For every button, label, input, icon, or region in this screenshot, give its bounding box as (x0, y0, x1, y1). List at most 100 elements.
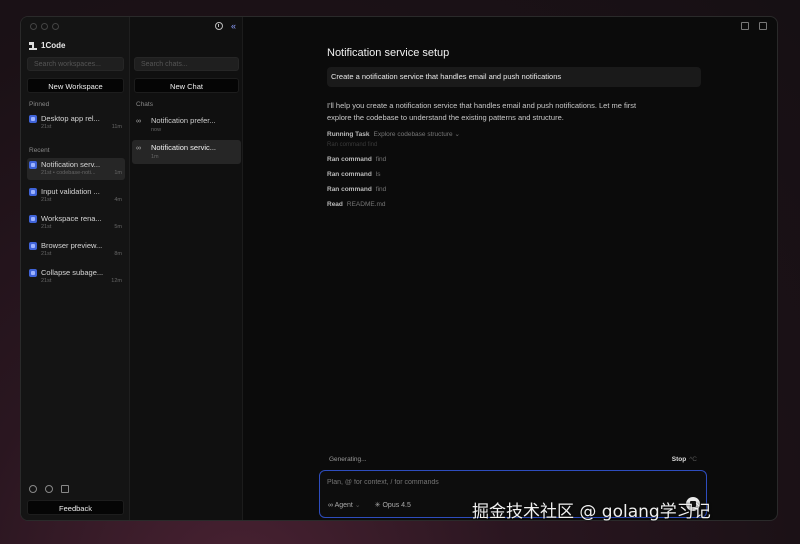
workspace-time: 5m (114, 224, 122, 230)
workspace-icon (29, 161, 37, 169)
workspace-icon (29, 242, 37, 250)
sidebar-footer-icons (29, 485, 69, 493)
app-window: 1Code Search workspaces... New Workspace… (20, 16, 778, 521)
tool-call-line[interactable]: Ran command find (327, 156, 386, 163)
workspace-time: 11m (111, 124, 122, 130)
tool-label: Ran command (327, 156, 372, 163)
workspace-subtitle: 21st (41, 124, 52, 130)
generating-label: Generating... (329, 456, 367, 463)
new-workspace-button[interactable]: New Workspace (27, 78, 124, 93)
pinned-label: Pinned (29, 101, 50, 108)
chevron-down-icon: ⌄ (452, 131, 460, 138)
workspace-subtitle: 21st (41, 251, 52, 257)
workspace-subtitle: 21st • codebase-noti... (41, 170, 96, 176)
stop-shortcut: ^C (689, 456, 697, 463)
running-task-label: Running Task (327, 131, 370, 138)
help-icon[interactable] (45, 485, 53, 493)
composer-toolbar: ∞ Agent ⌄ ✳ Opus 4.5 (328, 501, 411, 509)
app-name: 1Code (41, 41, 66, 50)
workspace-title: Desktop app rel... (41, 114, 100, 123)
running-task-value: Explore codebase structure (373, 131, 453, 138)
tool-label: Read (327, 201, 343, 208)
agent-label: Agent (334, 502, 353, 509)
agent-mode-selector[interactable]: ∞ Agent ⌄ (328, 501, 361, 509)
chat-main: Notification service setup Create a noti… (243, 17, 777, 520)
chats-sidebar: « Search chats... New Chat Chats ∞ Notif… (130, 17, 243, 520)
feedback-button[interactable]: Feedback (27, 500, 124, 515)
workspace-title: Notification serv... (41, 160, 101, 169)
workspace-time: 4m (114, 197, 122, 203)
chat-title-heading: Notification service setup (327, 47, 450, 59)
recent-label: Recent (29, 147, 50, 154)
user-message: Create a notification service that handl… (327, 67, 701, 87)
chats-label: Chats (136, 101, 153, 108)
workspace-icon (29, 115, 37, 123)
app-logo-icon (29, 41, 37, 50)
assistant-message: I'll help you create a notification serv… (327, 101, 637, 122)
maximize-window-button[interactable] (52, 23, 59, 30)
tool-value: README.md (346, 201, 386, 208)
tool-label: Ran command (327, 186, 372, 193)
chat-title: Notification servic... (151, 143, 217, 152)
history-clock-icon[interactable] (214, 22, 223, 30)
workspace-item[interactable]: Notification serv... 21st • codebase-not… (27, 158, 125, 180)
workspace-time: 1m (114, 170, 122, 176)
chats-toolbar: « (214, 22, 236, 31)
window-controls[interactable] (30, 23, 59, 30)
workspace-title: Input validation ... (41, 187, 100, 196)
workspace-subtitle: 21st (41, 224, 52, 230)
workspace-time: 8m (114, 251, 122, 257)
workspace-item[interactable]: Workspace rena... 21st 5m (27, 212, 125, 234)
generating-status-bar: Generating... Stop ^C (323, 453, 707, 467)
workspace-subtitle: 21st (41, 197, 52, 203)
faded-tool-line: Ran command find (327, 142, 378, 148)
workspace-time: 12m (111, 278, 122, 284)
settings-icon[interactable] (29, 485, 37, 493)
model-label: Opus 4.5 (382, 502, 411, 509)
chat-time: 1m (151, 154, 159, 160)
chat-title: Notification prefer... (151, 116, 216, 125)
watermark-text: 掘金技术社区 @ golang学习记 (472, 502, 711, 522)
chat-search-input[interactable]: Search chats... (134, 57, 239, 71)
infinity-icon: ∞ (136, 118, 141, 125)
chat-item[interactable]: ∞ Notification servic... 1m (132, 140, 241, 164)
tool-value: find (375, 186, 387, 193)
tool-value: ls (375, 171, 381, 178)
chat-time: now (151, 127, 162, 133)
tool-label: Ran command (327, 171, 372, 178)
workspace-icon (29, 269, 37, 277)
close-window-button[interactable] (30, 23, 37, 30)
app-brand: 1Code (29, 41, 65, 50)
workspace-title: Browser preview... (41, 241, 103, 250)
tool-value: find (375, 156, 387, 163)
workspace-item[interactable]: Desktop app rel... 21st 11m (27, 112, 125, 134)
workspace-sidebar: 1Code Search workspaces... New Workspace… (21, 17, 130, 520)
workspace-item[interactable]: Collapse subage... 21st 12m (27, 266, 125, 288)
chat-item[interactable]: ∞ Notification prefer... now (132, 113, 241, 137)
workspace-icon (29, 188, 37, 196)
workspace-title: Workspace rena... (41, 214, 102, 223)
workspace-title: Collapse subage... (41, 268, 104, 277)
chevron-down-icon: ⌄ (352, 502, 361, 509)
workspace-icon (29, 215, 37, 223)
stop-button[interactable]: Stop ^C (672, 456, 697, 463)
infinity-icon: ∞ (136, 145, 141, 152)
message-input[interactable] (327, 479, 577, 486)
main-toolbar (741, 22, 767, 30)
workspace-search-input[interactable]: Search workspaces... (27, 57, 124, 71)
new-chat-button[interactable]: New Chat (134, 78, 239, 93)
workspace-item[interactable]: Browser preview... 21st 8m (27, 239, 125, 261)
preview-panel-icon[interactable] (759, 22, 767, 30)
tool-call-line[interactable]: Read README.md (327, 201, 386, 208)
tool-call-line[interactable]: Ran command ls (327, 171, 381, 178)
archive-icon[interactable] (61, 485, 69, 493)
collapse-sidebar-icon[interactable]: « (231, 22, 236, 31)
minimize-window-button[interactable] (41, 23, 48, 30)
workspace-subtitle: 21st (41, 278, 52, 284)
tool-call-line[interactable]: Ran command find (327, 186, 386, 193)
workspace-item[interactable]: Input validation ... 21st 4m (27, 185, 125, 207)
running-task-line[interactable]: Running Task Explore codebase structure ⌄ (327, 130, 460, 138)
model-selector[interactable]: ✳ Opus 4.5 (375, 501, 411, 509)
split-view-icon[interactable] (741, 22, 749, 30)
stop-label: Stop (671, 456, 687, 463)
